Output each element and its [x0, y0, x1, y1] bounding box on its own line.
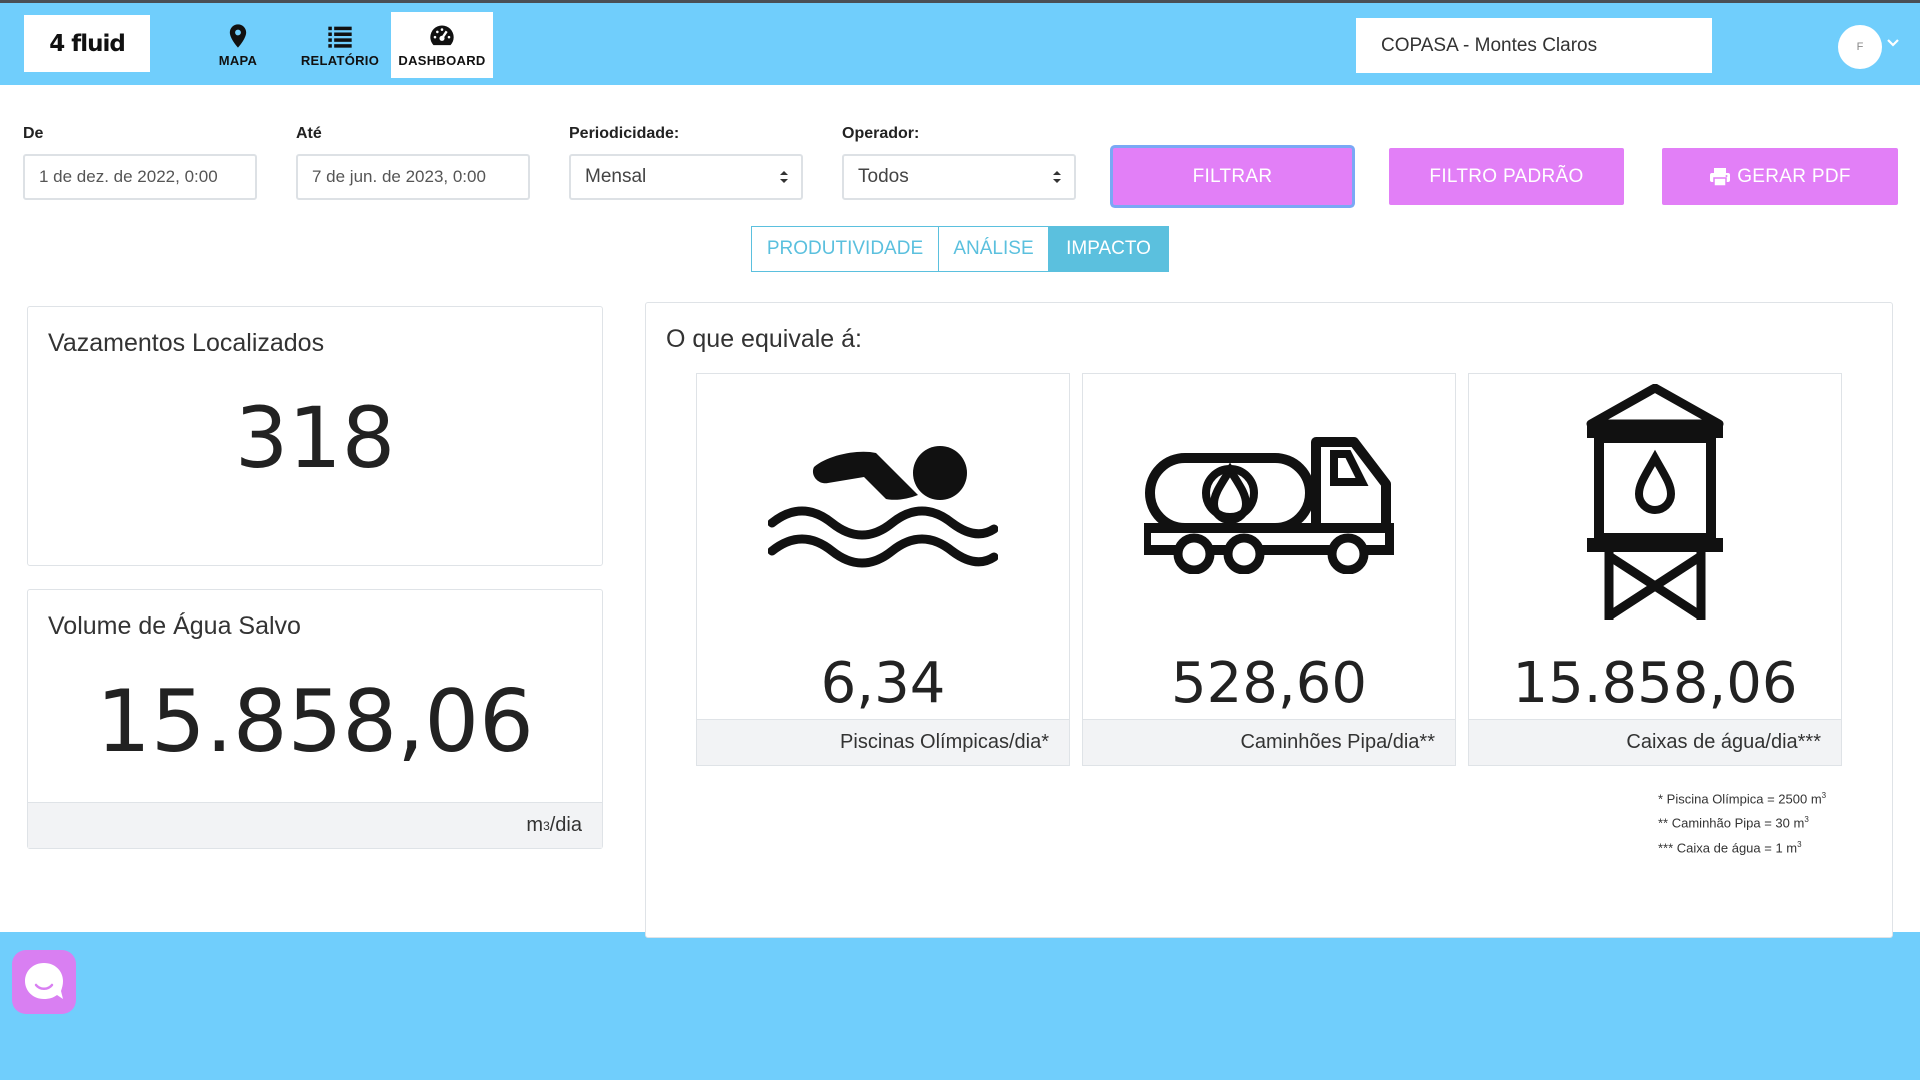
equivalence-footnotes: * Piscina Olímpica = 2500 m3 ** Caminhão…	[1658, 785, 1826, 858]
chat-bubble-icon	[25, 963, 63, 999]
eq-icon-wrap	[1469, 374, 1841, 634]
water-truck-box: 528,60 Caminhões Pipa/dia**	[1082, 373, 1456, 766]
dashboard-main: De 1 de dez. de 2022, 0:00 Até 7 de jun.…	[0, 85, 1920, 1014]
volume-card: Volume de Água Salvo 15.858,06 m 3/dia	[27, 589, 603, 849]
printer-icon	[1710, 167, 1731, 187]
water-tower-icon	[1586, 384, 1724, 620]
unit-sup: 3	[543, 818, 550, 833]
volume-value: 15.858,06	[96, 672, 534, 772]
select-arrows-icon	[1053, 171, 1061, 183]
dashboard-tabs: PRODUTIVIDADE ANÁLISE IMPACTO	[751, 226, 1169, 272]
to-date-input[interactable]: 7 de jun. de 2023, 0:00	[296, 154, 530, 200]
nav-mapa[interactable]: MAPA	[187, 12, 289, 78]
tab-analise[interactable]: ANÁLISE	[939, 226, 1049, 272]
dashboard-gauge-icon	[430, 25, 454, 46]
select-arrows-icon	[780, 171, 788, 183]
leaks-card: Vazamentos Localizados 318	[27, 306, 603, 566]
footnote-line: *** Caixa de água = 1 m3	[1658, 834, 1826, 858]
olympic-pool-box: 6,34 Piscinas Olímpicas/dia*	[696, 373, 1070, 766]
footnote-sup: 3	[1821, 791, 1827, 800]
footnote-text: *** Caixa de água = 1 m	[1658, 839, 1798, 855]
filter-button[interactable]: FILTRAR	[1113, 148, 1352, 205]
generate-pdf-label: GERAR PDF	[1737, 165, 1851, 187]
logo-text: 4 fluid	[49, 30, 126, 57]
chat-launcher-button[interactable]	[12, 950, 76, 1014]
water-tower-box: 15.858,06 Caixas de água/dia***	[1468, 373, 1842, 766]
top-navbar: 4 fluid MAPA RELATÓRIO DASHBOARD COPASA …	[0, 0, 1920, 85]
user-avatar[interactable]: F	[1838, 25, 1882, 69]
chevron-down-icon[interactable]	[1886, 36, 1900, 50]
period-select[interactable]: Mensal	[569, 154, 803, 200]
to-label: Até	[296, 125, 322, 142]
period-select-value: Mensal	[585, 166, 647, 187]
nav-label: DASHBOARD	[398, 53, 486, 68]
footnote-text: * Piscina Olímpica = 2500 m	[1658, 791, 1822, 807]
footnote-line: ** Caminhão Pipa = 30 m3	[1658, 809, 1826, 833]
footnote-sup: 3	[1797, 839, 1802, 849]
eq-icon-wrap	[697, 374, 1069, 634]
footnote-line: * Piscina Olímpica = 2500 m3	[1658, 785, 1826, 809]
from-label: De	[23, 125, 44, 142]
nav-label: MAPA	[218, 53, 258, 68]
tab-impacto[interactable]: IMPACTO	[1049, 226, 1169, 272]
volume-unit: m 3/dia	[28, 802, 602, 848]
from-date-input[interactable]: 1 de dez. de 2022, 0:00	[23, 154, 257, 200]
water-tower-value: 15.858,06	[1512, 651, 1798, 716]
nav-dashboard[interactable]: DASHBOARD	[391, 12, 493, 78]
list-icon	[328, 26, 352, 48]
water-truck-label: Caminhões Pipa/dia**	[1083, 719, 1455, 765]
leaks-value: 318	[234, 389, 396, 487]
swimmer-icon	[768, 446, 998, 568]
app-logo[interactable]: 4 fluid	[24, 15, 150, 72]
olympic-pool-value: 6,34	[820, 651, 946, 716]
generate-pdf-button[interactable]: GERAR PDF	[1662, 148, 1898, 205]
operator-select[interactable]: Todos	[842, 154, 1076, 200]
water-tower-label: Caixas de água/dia***	[1469, 719, 1841, 765]
period-label: Periodicidade:	[569, 125, 680, 142]
footnote-text: ** Caminhão Pipa = 30 m	[1658, 815, 1805, 831]
nav-relatorio[interactable]: RELATÓRIO	[289, 12, 391, 78]
nav-label: RELATÓRIO	[300, 53, 380, 68]
operator-select-value: Todos	[858, 166, 909, 187]
unit-suffix: /dia	[549, 814, 582, 836]
tab-produtividade[interactable]: PRODUTIVIDADE	[751, 226, 939, 272]
footnote-sup: 3	[1804, 815, 1809, 825]
water-truck-icon	[1144, 437, 1394, 574]
map-pin-icon	[229, 24, 247, 48]
unit-prefix: m	[526, 814, 544, 836]
company-selector[interactable]: COPASA - Montes Claros	[1356, 18, 1712, 73]
eq-icon-wrap	[1083, 374, 1455, 634]
default-filter-button[interactable]: FILTRO PADRÃO	[1389, 148, 1624, 205]
olympic-pool-label: Piscinas Olímpicas/dia*	[697, 719, 1069, 765]
operator-label: Operador:	[842, 125, 920, 142]
water-truck-value: 528,60	[1171, 651, 1367, 716]
leaks-title: Vazamentos Localizados	[48, 329, 325, 357]
equivalence-title: O que equivale á:	[666, 325, 862, 353]
volume-title: Volume de Água Salvo	[48, 612, 301, 640]
